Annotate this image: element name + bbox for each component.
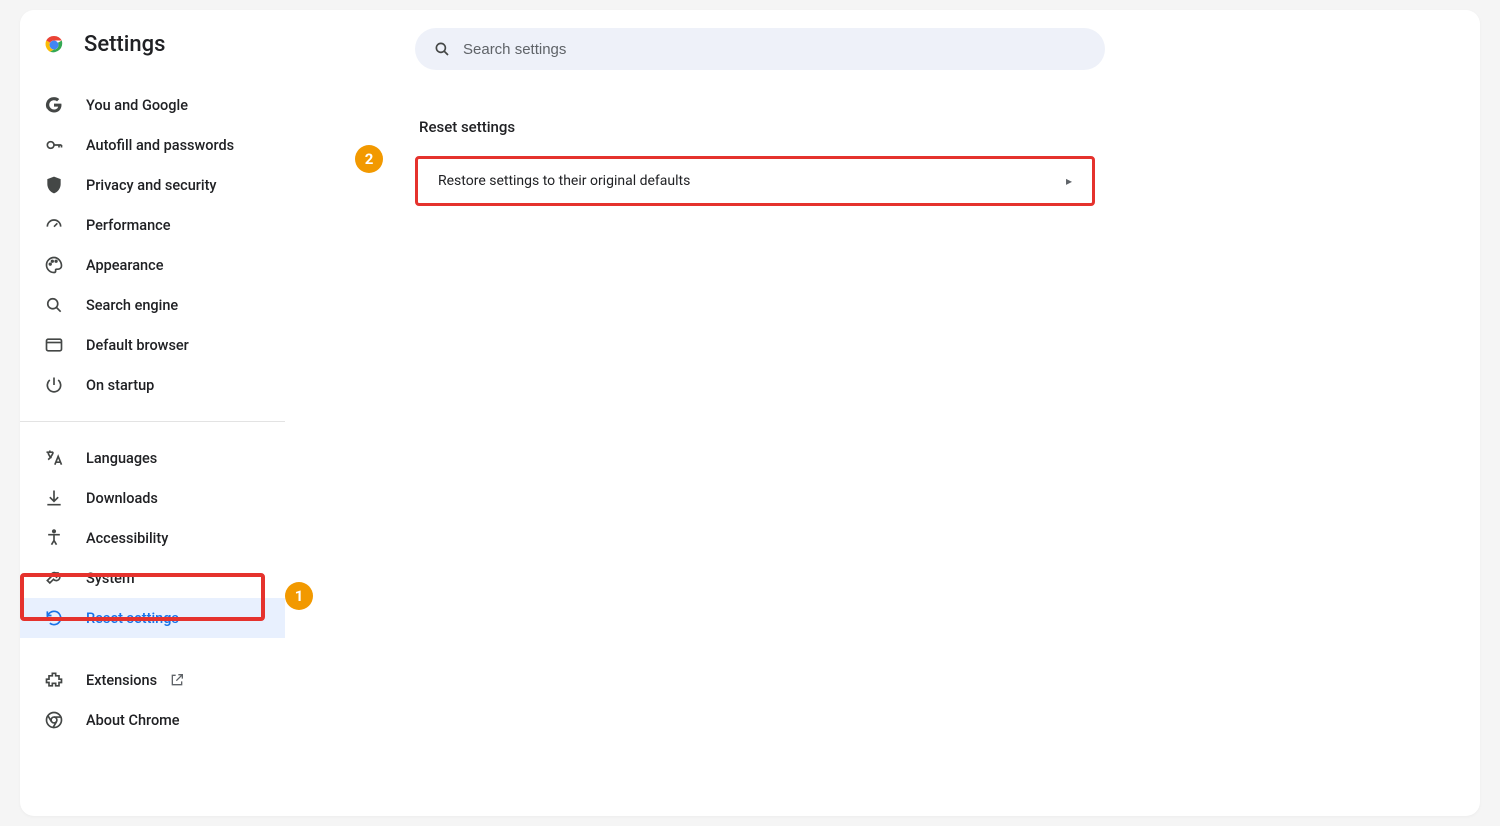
search-icon [44,295,64,315]
reset-icon [44,608,64,628]
sidebar-item-label: Autofill and passwords [86,137,234,154]
key-icon [44,135,64,155]
sidebar-item-about-chrome[interactable]: About Chrome [20,700,285,740]
palette-icon [44,255,64,275]
sidebar-item-downloads[interactable]: Downloads [20,478,285,518]
download-icon [44,488,64,508]
shield-icon [44,175,64,195]
sidebar-item-label: About Chrome [86,712,180,729]
sidebar: Settings You and Google Autofill and pas… [20,10,285,816]
sidebar-item-label: Privacy and security [86,177,217,194]
sidebar-item-privacy[interactable]: Privacy and security [20,165,285,205]
chevron-right-icon: ▸ [1066,174,1072,188]
sidebar-item-on-startup[interactable]: On startup [20,365,285,405]
restore-defaults-row[interactable]: Restore settings to their original defau… [415,156,1095,206]
search-bar[interactable] [415,28,1105,70]
content-area: Reset settings Restore settings to their… [285,10,1480,816]
sidebar-item-extensions[interactable]: Extensions [20,660,285,700]
search-icon [433,40,451,58]
sidebar-item-performance[interactable]: Performance [20,205,285,245]
sidebar-item-label: Performance [86,217,171,234]
sidebar-item-autofill[interactable]: Autofill and passwords [20,125,285,165]
sidebar-item-label: Appearance [86,257,163,274]
settings-window: Settings You and Google Autofill and pas… [20,10,1480,816]
browser-icon [44,335,64,355]
sidebar-item-label: Accessibility [86,530,168,547]
sidebar-item-search-engine[interactable]: Search engine [20,285,285,325]
header: Settings [20,32,285,79]
sidebar-item-system[interactable]: System [20,558,285,598]
sidebar-item-accessibility[interactable]: Accessibility [20,518,285,558]
sidebar-item-label: Extensions [86,672,157,689]
nav-section-1: You and Google Autofill and passwords Pr… [20,79,285,411]
sidebar-item-languages[interactable]: Languages [20,438,285,478]
sidebar-item-label: On startup [86,377,154,394]
restore-defaults-label: Restore settings to their original defau… [438,173,690,189]
wrench-icon [44,568,64,588]
sidebar-item-label: You and Google [86,97,188,114]
sidebar-item-label: Default browser [86,337,189,354]
sidebar-item-label: Languages [86,450,157,467]
sidebar-item-reset-settings[interactable]: Reset settings [20,598,285,638]
power-icon [44,375,64,395]
accessibility-icon [44,528,64,548]
search-input[interactable] [463,41,1087,58]
chrome-logo-icon [42,33,66,57]
sidebar-item-label: System [86,570,135,587]
speedometer-icon [44,215,64,235]
sidebar-item-label: Reset settings [86,610,179,627]
sidebar-item-you-and-google[interactable]: You and Google [20,85,285,125]
google-g-icon [44,95,64,115]
sidebar-item-appearance[interactable]: Appearance [20,245,285,285]
sidebar-item-label: Downloads [86,490,158,507]
nav-section-2: Languages Downloads Accessibility System [20,432,285,644]
page-title: Settings [84,32,165,57]
nav-divider [20,421,285,422]
chrome-icon [44,710,64,730]
extension-icon [44,670,64,690]
translate-icon [44,448,64,468]
section-title: Reset settings [419,118,1480,136]
sidebar-item-default-browser[interactable]: Default browser [20,325,285,365]
nav-section-3: Extensions About Chrome [20,644,285,746]
external-link-icon [169,672,185,688]
sidebar-item-label: Search engine [86,297,178,314]
